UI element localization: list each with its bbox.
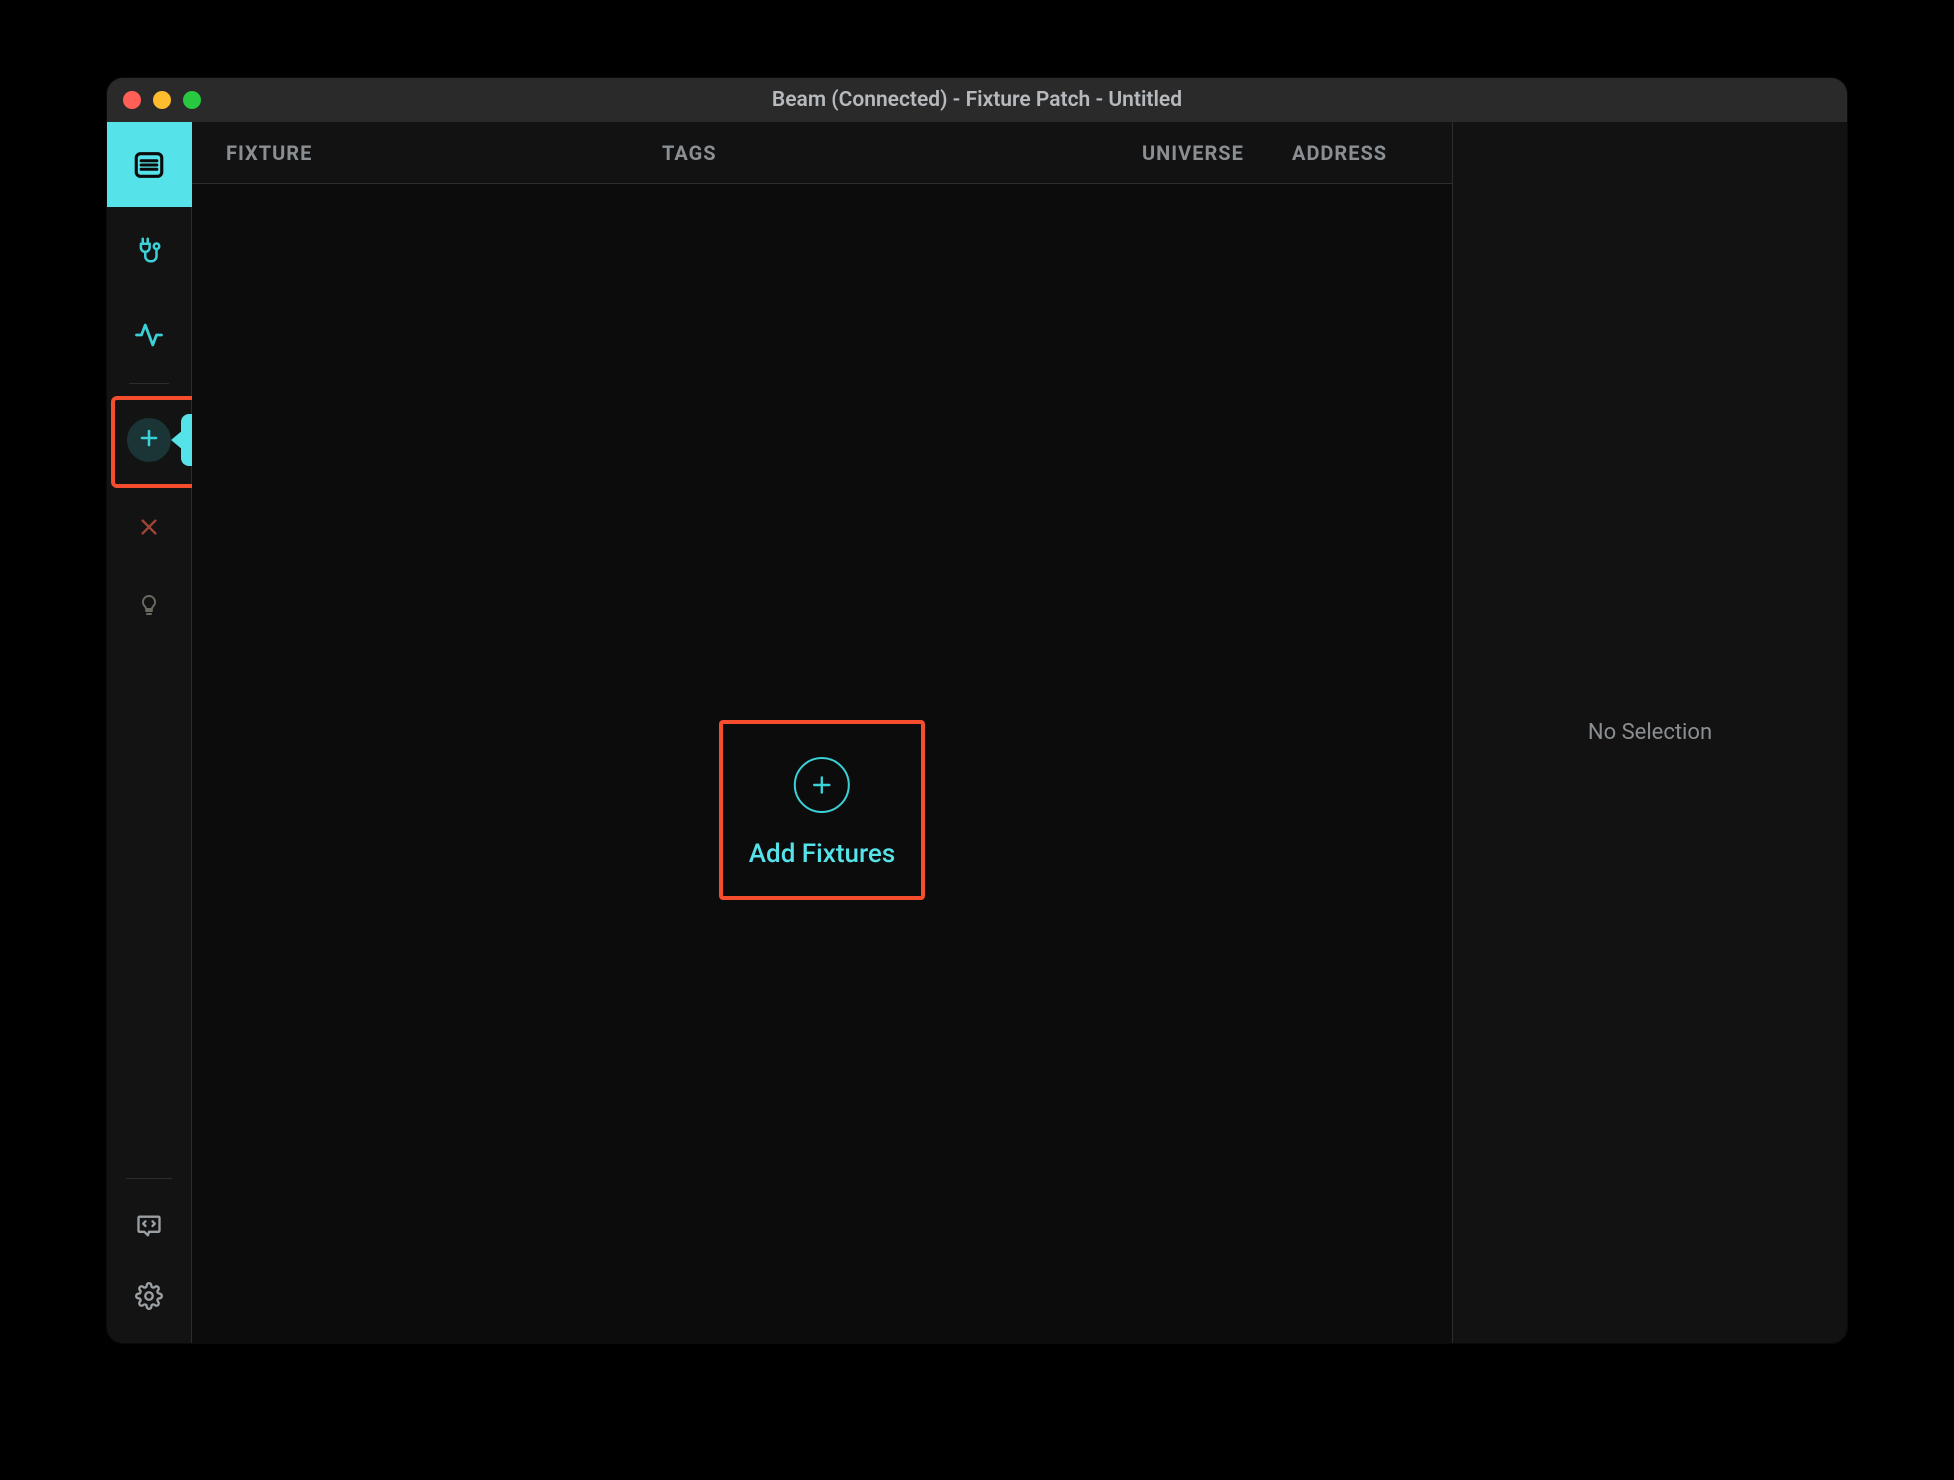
add-fixtures-empty-label: Add Fixtures xyxy=(749,839,895,869)
sidebar-tab-activity[interactable] xyxy=(107,292,192,377)
sidebar-console-button[interactable] xyxy=(107,1193,192,1263)
sidebar-identify-button[interactable] xyxy=(107,566,192,644)
sidebar-add-fixtures-row: Add Fixtures xyxy=(107,396,191,488)
sidebar-tab-outputs[interactable] xyxy=(107,207,192,292)
list-icon xyxy=(132,148,166,182)
sidebar-settings-button[interactable] xyxy=(107,1263,192,1333)
minimize-window-button[interactable] xyxy=(153,91,171,109)
gear-icon xyxy=(135,1282,163,1314)
close-icon xyxy=(138,516,160,538)
fixture-table-area: FIXTURE TAGS UNIVERSE ADDRESS Add Fixtu xyxy=(192,122,1453,1343)
app-window: Beam (Connected) - Fixture Patch - Untit… xyxy=(107,78,1847,1343)
column-header-tags[interactable]: TAGS xyxy=(662,141,1142,165)
sidebar-tab-fixture-patch[interactable] xyxy=(107,122,192,207)
add-fixtures-button[interactable] xyxy=(127,418,171,462)
add-fixtures-empty-cta[interactable]: Add Fixtures xyxy=(749,751,895,869)
sidebar-divider-bottom xyxy=(126,1178,172,1179)
sidebar: Add Fixtures xyxy=(107,122,192,1343)
sidebar-divider xyxy=(129,383,169,384)
inspector-panel: No Selection xyxy=(1453,122,1847,1343)
code-message-icon xyxy=(135,1212,163,1244)
table-body: Add Fixtures xyxy=(192,184,1452,1343)
window-title: Beam (Connected) - Fixture Patch - Untit… xyxy=(107,88,1847,112)
column-header-fixture[interactable]: FIXTURE xyxy=(192,141,662,165)
plus-circle-icon xyxy=(794,757,850,813)
column-header-address[interactable]: ADDRESS xyxy=(1292,141,1452,165)
sidebar-remove-button[interactable] xyxy=(107,488,192,566)
plus-icon xyxy=(137,426,161,454)
window-traffic-lights xyxy=(107,91,201,109)
close-window-button[interactable] xyxy=(123,91,141,109)
plug-icon xyxy=(134,235,164,265)
activity-icon xyxy=(134,320,164,350)
column-header-universe[interactable]: UNIVERSE xyxy=(1142,141,1292,165)
zoom-window-button[interactable] xyxy=(183,91,201,109)
table-header: FIXTURE TAGS UNIVERSE ADDRESS xyxy=(192,122,1452,184)
lightbulb-icon xyxy=(137,590,161,620)
no-selection-label: No Selection xyxy=(1588,720,1712,745)
titlebar: Beam (Connected) - Fixture Patch - Untit… xyxy=(107,78,1847,122)
